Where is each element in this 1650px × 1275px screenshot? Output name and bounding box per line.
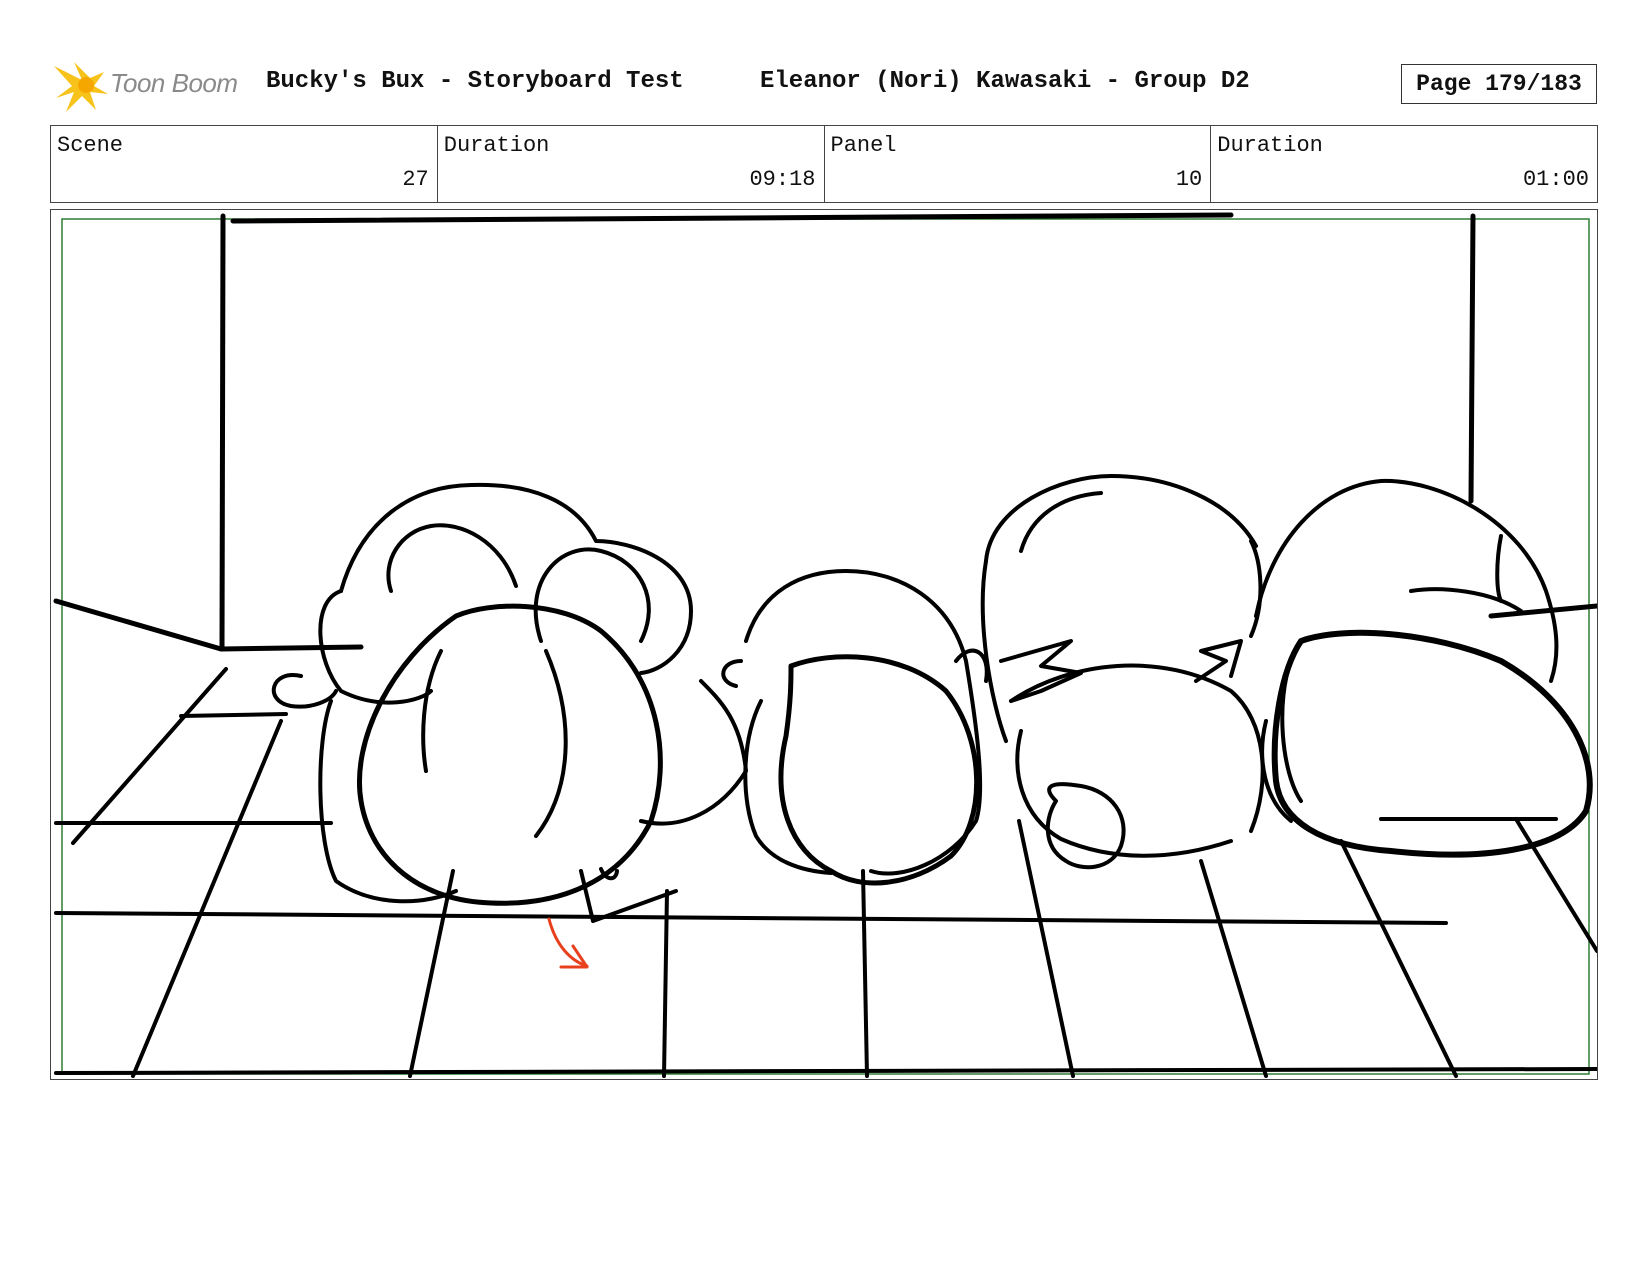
character-spiky	[980, 474, 1265, 870]
scene-duration-label: Duration	[443, 133, 550, 158]
panel-value: 10	[1175, 167, 1203, 192]
panel-duration-value: 01:00	[1522, 167, 1589, 192]
document-title: Bucky's Bux - Storyboard Test	[266, 68, 684, 95]
storyboard-panel	[50, 209, 1598, 1080]
artist-name: Eleanor (Nori) Kawasaki - Group D2	[760, 68, 1250, 95]
scene-cell: Scene 27	[51, 126, 438, 202]
panel-sketch	[53, 212, 1597, 1078]
panel-label: Panel	[830, 133, 897, 158]
character-right	[1249, 478, 1593, 858]
starburst-icon	[54, 62, 108, 112]
toon-boom-logo: Toon Boom	[52, 58, 252, 114]
panel-duration-cell: Duration 01:00	[1211, 126, 1597, 202]
back-wall	[53, 212, 1597, 652]
page-number: Page 179/183	[1401, 64, 1597, 104]
character-left-curly	[271, 482, 748, 923]
logo-wordmark: Toon Boom	[110, 68, 238, 98]
scene-label: Scene	[57, 133, 124, 158]
info-table: Scene 27 Duration 09:18 Panel 10 Duratio…	[50, 125, 1598, 203]
scene-value: 27	[402, 167, 429, 192]
character-center	[721, 569, 989, 886]
panel-duration-label: Duration	[1217, 133, 1323, 158]
scene-duration-value: 09:18	[749, 167, 816, 192]
direction-arrow	[547, 917, 589, 969]
panel-cell: Panel 10	[825, 126, 1212, 202]
scene-duration-cell: Duration 09:18	[438, 126, 825, 202]
